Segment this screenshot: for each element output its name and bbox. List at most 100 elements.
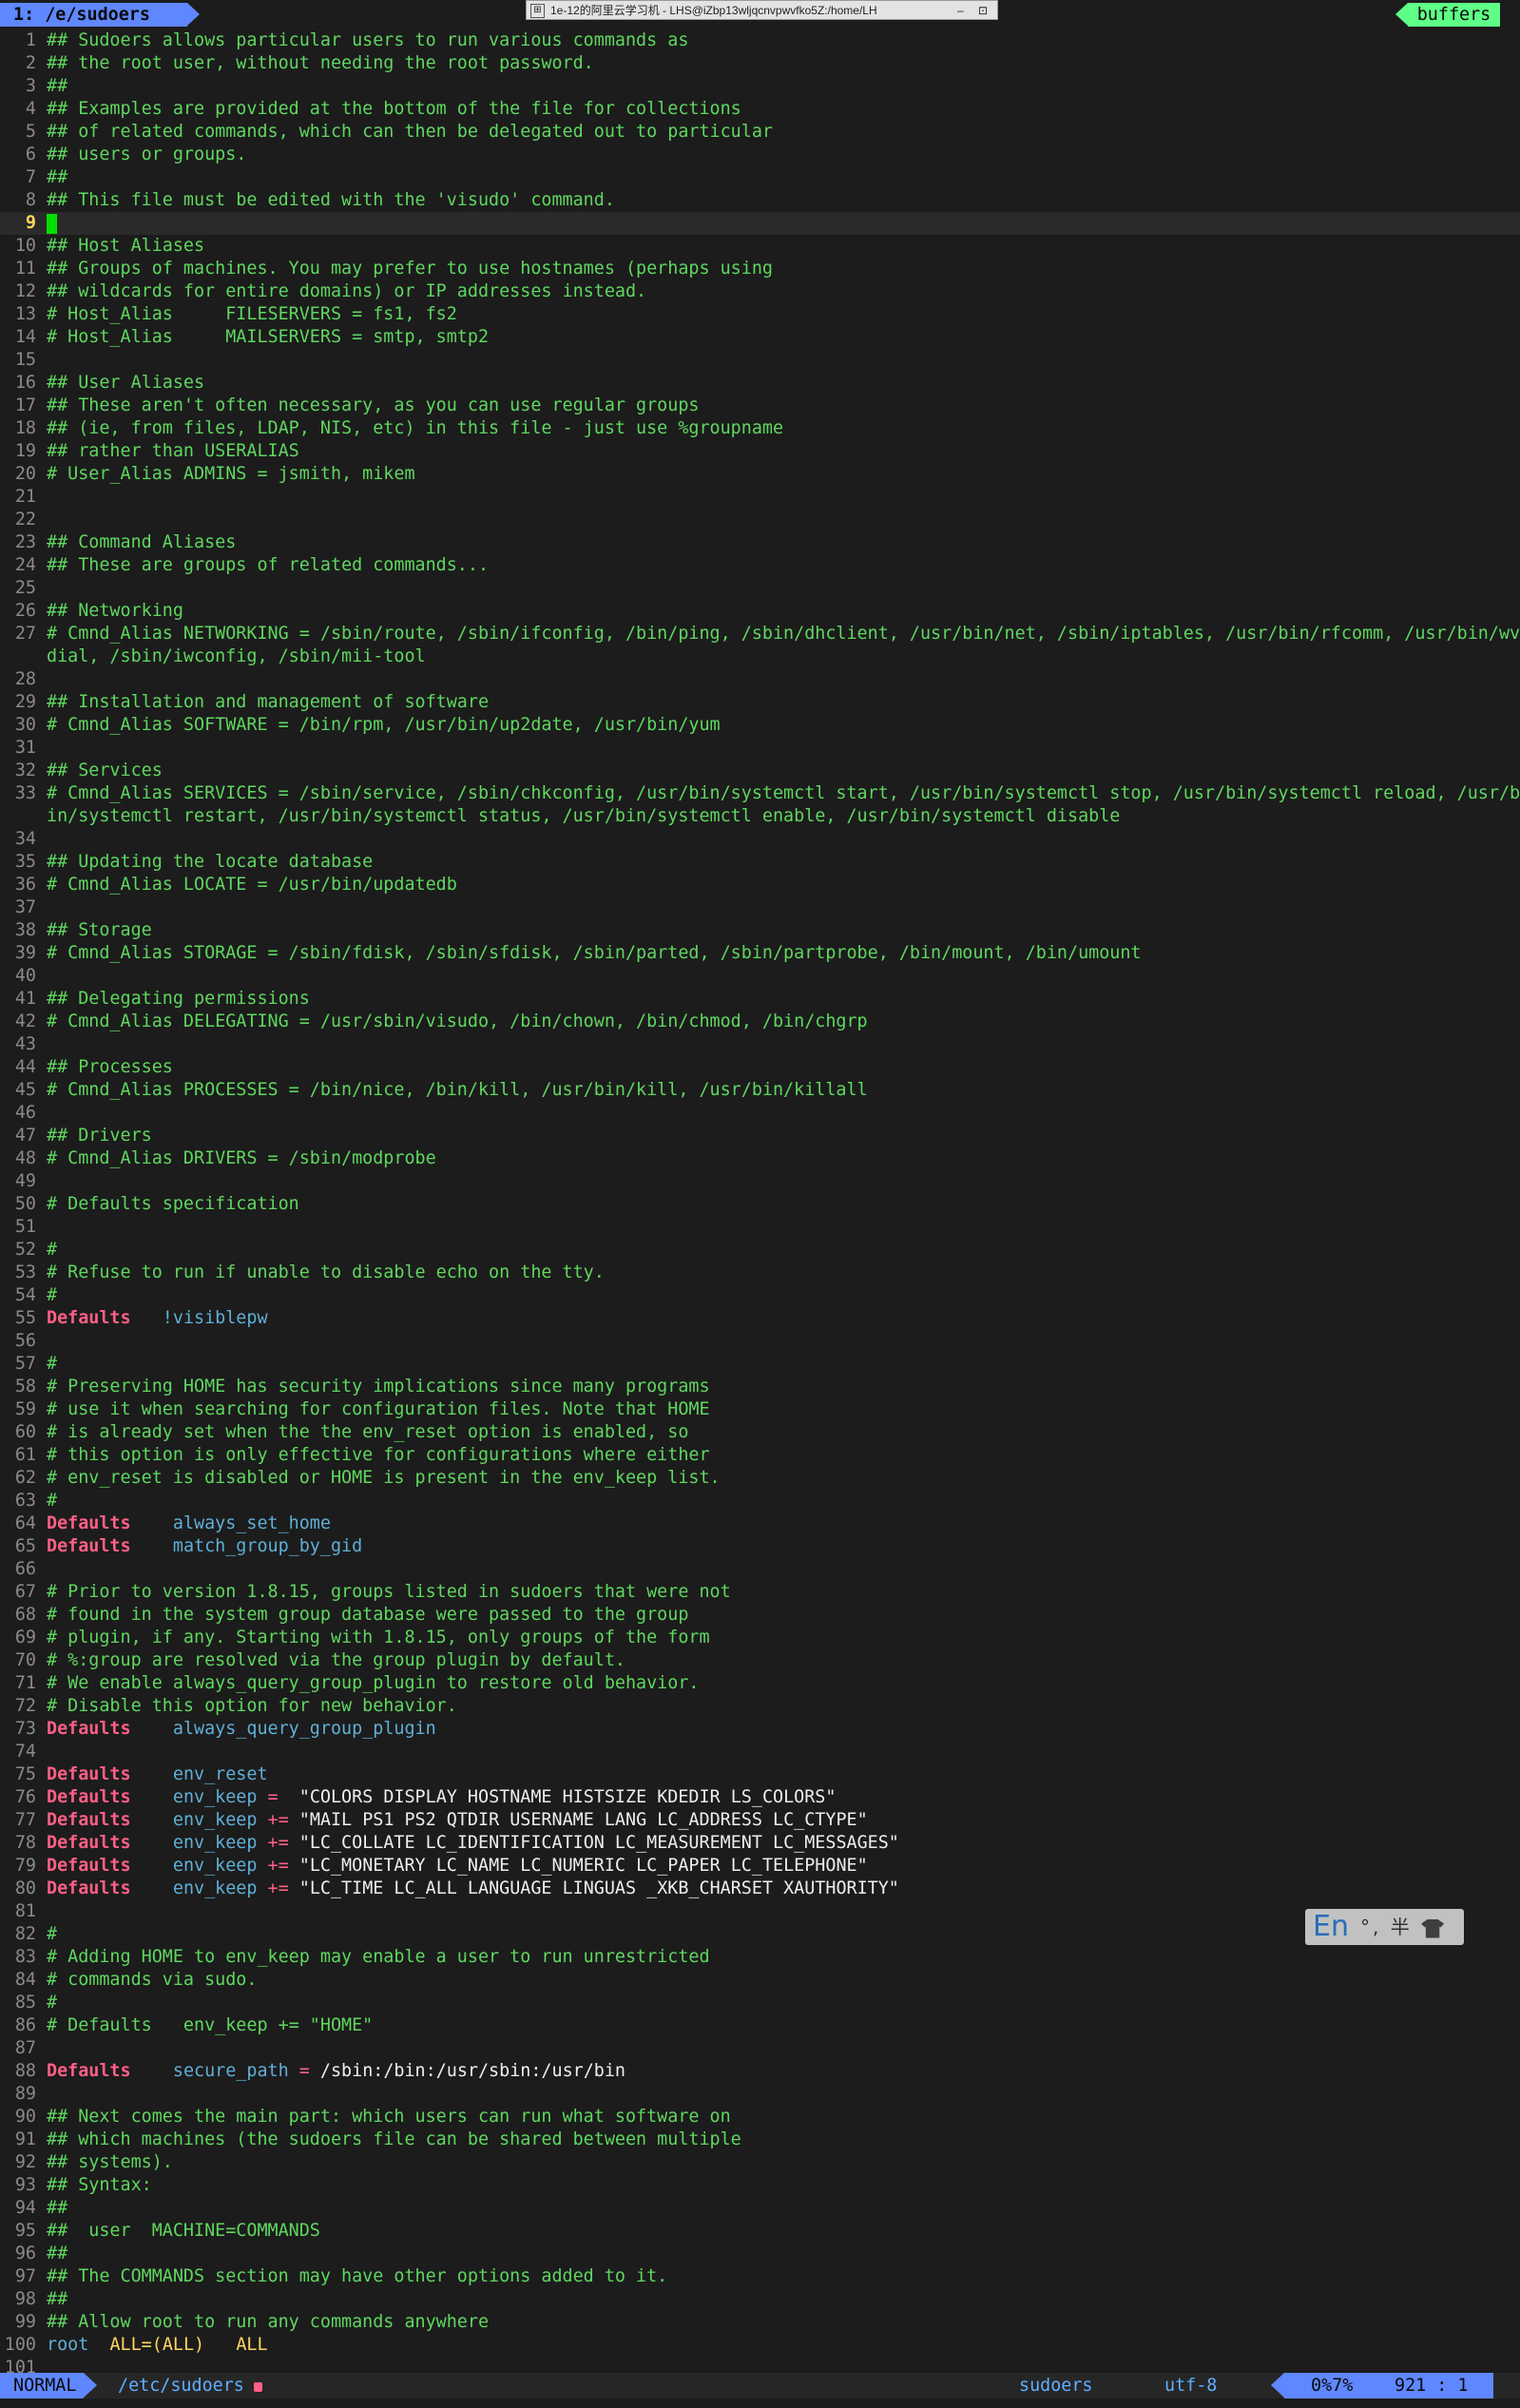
- code-line[interactable]: 20 # User_Alias ADMINS = jsmith, mikem: [0, 463, 1520, 486]
- code-line[interactable]: 8 ## This file must be edited with the 'v…: [0, 189, 1520, 212]
- code-line[interactable]: 88 Defaults secure_path = /sbin:/bin:/usr…: [0, 2060, 1520, 2083]
- code-line[interactable]: 30 # Cmnd_Alias SOFTWARE = /bin/rpm, /usr…: [0, 714, 1520, 737]
- code-line[interactable]: 25: [0, 577, 1520, 600]
- code-line[interactable]: 95 ## user MACHINE=COMMANDS: [0, 2220, 1520, 2243]
- buffers-indicator[interactable]: buffers: [1408, 3, 1500, 27]
- code-line[interactable]: 5 ## of related commands, which can then …: [0, 121, 1520, 144]
- code-line[interactable]: 74: [0, 1741, 1520, 1763]
- code-line[interactable]: 17 ## These aren't often necessary, as yo…: [0, 395, 1520, 417]
- tab-sudoers[interactable]: 1: /e/sudoers: [0, 3, 187, 27]
- code-line[interactable]: 78 Defaults env_keep += "LC_COLLATE LC_ID…: [0, 1832, 1520, 1855]
- skin-icon[interactable]: [1421, 1918, 1445, 1938]
- code-line[interactable]: 31: [0, 737, 1520, 760]
- code-line[interactable]: 47 ## Drivers: [0, 1125, 1520, 1147]
- code-line[interactable]: 82 #: [0, 1923, 1520, 1946]
- code-line[interactable]: 29 ## Installation and management of soft…: [0, 691, 1520, 714]
- code-line[interactable]: 89: [0, 2083, 1520, 2106]
- code-line[interactable]: 81: [0, 1900, 1520, 1923]
- code-line[interactable]: 51: [0, 1216, 1520, 1239]
- code-line[interactable]: 27 # Cmnd_Alias NETWORKING = /sbin/route,…: [0, 623, 1520, 645]
- code-line[interactable]: 56: [0, 1330, 1520, 1353]
- code-line[interactable]: 15: [0, 349, 1520, 372]
- code-line[interactable]: 42 # Cmnd_Alias DELEGATING = /usr/sbin/vi…: [0, 1011, 1520, 1033]
- code-line[interactable]: 33 # Cmnd_Alias SERVICES = /sbin/service,…: [0, 782, 1520, 805]
- code-line[interactable]: 26 ## Networking: [0, 600, 1520, 623]
- code-line[interactable]: 46: [0, 1102, 1520, 1125]
- code-line[interactable]: 50 # Defaults specification: [0, 1193, 1520, 1216]
- code-line[interactable]: 96 ##: [0, 2243, 1520, 2265]
- code-line[interactable]: 18 ## (ie, from files, LDAP, NIS, etc) in…: [0, 417, 1520, 440]
- code-line[interactable]: 28: [0, 668, 1520, 691]
- ime-options[interactable]: °, 半: [1360, 1914, 1445, 1940]
- code-line[interactable]: 58 # Preserving HOME has security implica…: [0, 1376, 1520, 1398]
- code-line[interactable]: 70 # %:group are resolved via the group p…: [0, 1649, 1520, 1672]
- code-line[interactable]: 86 # Defaults env_keep += "HOME": [0, 2014, 1520, 2037]
- code-line[interactable]: 37: [0, 896, 1520, 919]
- code-line[interactable]: 35 ## Updating the locate database: [0, 851, 1520, 874]
- code-line[interactable]: 22: [0, 509, 1520, 531]
- code-line[interactable]: 64 Defaults always_set_home: [0, 1512, 1520, 1535]
- code-line[interactable]: 55 Defaults !visiblepw: [0, 1307, 1520, 1330]
- code-line[interactable]: 21: [0, 486, 1520, 509]
- code-line[interactable]: 97 ## The COMMANDS section may have other…: [0, 2265, 1520, 2288]
- code-line[interactable]: 77 Defaults env_keep += "MAIL PS1 PS2 QTD…: [0, 1809, 1520, 1832]
- code-line[interactable]: 79 Defaults env_keep += "LC_MONETARY LC_N…: [0, 1855, 1520, 1878]
- code-line[interactable]: 6 ## users or groups.: [0, 144, 1520, 166]
- code-line[interactable]: 72 # Disable this option for new behavior…: [0, 1695, 1520, 1718]
- code-line[interactable]: 73 Defaults always_query_group_plugin: [0, 1718, 1520, 1741]
- code-line[interactable]: 93 ## Syntax:: [0, 2174, 1520, 2197]
- code-line[interactable]: 59 # use it when searching for configurat…: [0, 1398, 1520, 1421]
- code-line[interactable]: 2 ## the root user, without needing the r…: [0, 52, 1520, 75]
- code-line[interactable]: 90 ## Next comes the main part: which use…: [0, 2106, 1520, 2129]
- code-line[interactable]: 65 Defaults match_group_by_gid: [0, 1535, 1520, 1558]
- code-line[interactable]: 99 ## Allow root to run any commands anyw…: [0, 2311, 1520, 2334]
- code-line[interactable]: 45 # Cmnd_Alias PROCESSES = /bin/nice, /b…: [0, 1079, 1520, 1102]
- code-line[interactable]: 44 ## Processes: [0, 1056, 1520, 1079]
- code-line[interactable]: 39 # Cmnd_Alias STORAGE = /sbin/fdisk, /s…: [0, 942, 1520, 965]
- code-line[interactable]: 48 # Cmnd_Alias DRIVERS = /sbin/modprobe: [0, 1147, 1520, 1170]
- code-line[interactable]: 80 Defaults env_keep += "LC_TIME LC_ALL L…: [0, 1878, 1520, 1900]
- code-line[interactable]: 94 ##: [0, 2197, 1520, 2220]
- code-line[interactable]: 62 # env_reset is disabled or HOME is pre…: [0, 1467, 1520, 1490]
- code-line[interactable]: 66: [0, 1558, 1520, 1581]
- code-line[interactable]: 23 ## Command Aliases: [0, 531, 1520, 554]
- code-line[interactable]: 52 #: [0, 1239, 1520, 1262]
- code-line[interactable]: 87: [0, 2037, 1520, 2060]
- code-line[interactable]: 49: [0, 1170, 1520, 1193]
- code-line[interactable]: 41 ## Delegating permissions: [0, 988, 1520, 1011]
- pin-icon[interactable]: ⊞: [530, 4, 545, 18]
- code-line[interactable]: 24 ## These are groups of related command…: [0, 554, 1520, 577]
- code-line[interactable]: 57 #: [0, 1353, 1520, 1376]
- code-line[interactable]: 16 ## User Aliases: [0, 372, 1520, 395]
- code-line[interactable]: 61 # this option is only effective for co…: [0, 1444, 1520, 1467]
- editor-buffer[interactable]: 1 ## Sudoers allows particular users to r…: [0, 29, 1520, 2379]
- code-line[interactable]: 1 ## Sudoers allows particular users to r…: [0, 29, 1520, 52]
- code-line[interactable]: 40: [0, 965, 1520, 988]
- ime-toolbar[interactable]: En °, 半: [1305, 1909, 1464, 1945]
- code-line[interactable]: 4 ## Examples are provided at the bottom …: [0, 98, 1520, 121]
- code-line[interactable]: 43: [0, 1033, 1520, 1056]
- code-line[interactable]: 100 root ALL=(ALL) ALL: [0, 2334, 1520, 2357]
- code-line[interactable]: 83 # Adding HOME to env_keep may enable a…: [0, 1946, 1520, 1969]
- code-line[interactable]: 85 #: [0, 1992, 1520, 2014]
- window-controls[interactable]: – ⊡: [957, 1, 993, 19]
- code-line[interactable]: 36 # Cmnd_Alias LOCATE = /usr/bin/updated…: [0, 874, 1520, 896]
- remote-window-titlebar[interactable]: ⊞ 1e-12的阿里云学习机 - LHS@iZbp13wljqcnvpwvfko5…: [526, 0, 998, 20]
- code-line[interactable]: 7 ##: [0, 166, 1520, 189]
- code-line[interactable]: 84 # commands via sudo.: [0, 1969, 1520, 1992]
- code-line[interactable]: 54 #: [0, 1284, 1520, 1307]
- code-line[interactable]: 63 #: [0, 1490, 1520, 1512]
- code-line[interactable]: 76 Defaults env_keep = "COLORS DISPLAY HO…: [0, 1786, 1520, 1809]
- code-line[interactable]: 91 ## which machines (the sudoers file ca…: [0, 2129, 1520, 2151]
- code-line[interactable]: 9: [0, 212, 1520, 235]
- code-line[interactable]: 71 # We enable always_query_group_plugin …: [0, 1672, 1520, 1695]
- code-line[interactable]: 60 # is already set when the the env_rese…: [0, 1421, 1520, 1444]
- code-line[interactable]: 3 ##: [0, 75, 1520, 98]
- ime-language-indicator[interactable]: En: [1313, 1911, 1349, 1943]
- code-line[interactable]: 11 ## Groups of machines. You may prefer …: [0, 258, 1520, 280]
- code-line[interactable]: 92 ## systems).: [0, 2151, 1520, 2174]
- code-line[interactable]: 10 ## Host Aliases: [0, 235, 1520, 258]
- code-line[interactable]: 68 # found in the system group database w…: [0, 1604, 1520, 1627]
- code-line[interactable]: 32 ## Services: [0, 760, 1520, 782]
- wrapped-line[interactable]: dial, /sbin/iwconfig, /sbin/mii-tool: [0, 645, 1520, 668]
